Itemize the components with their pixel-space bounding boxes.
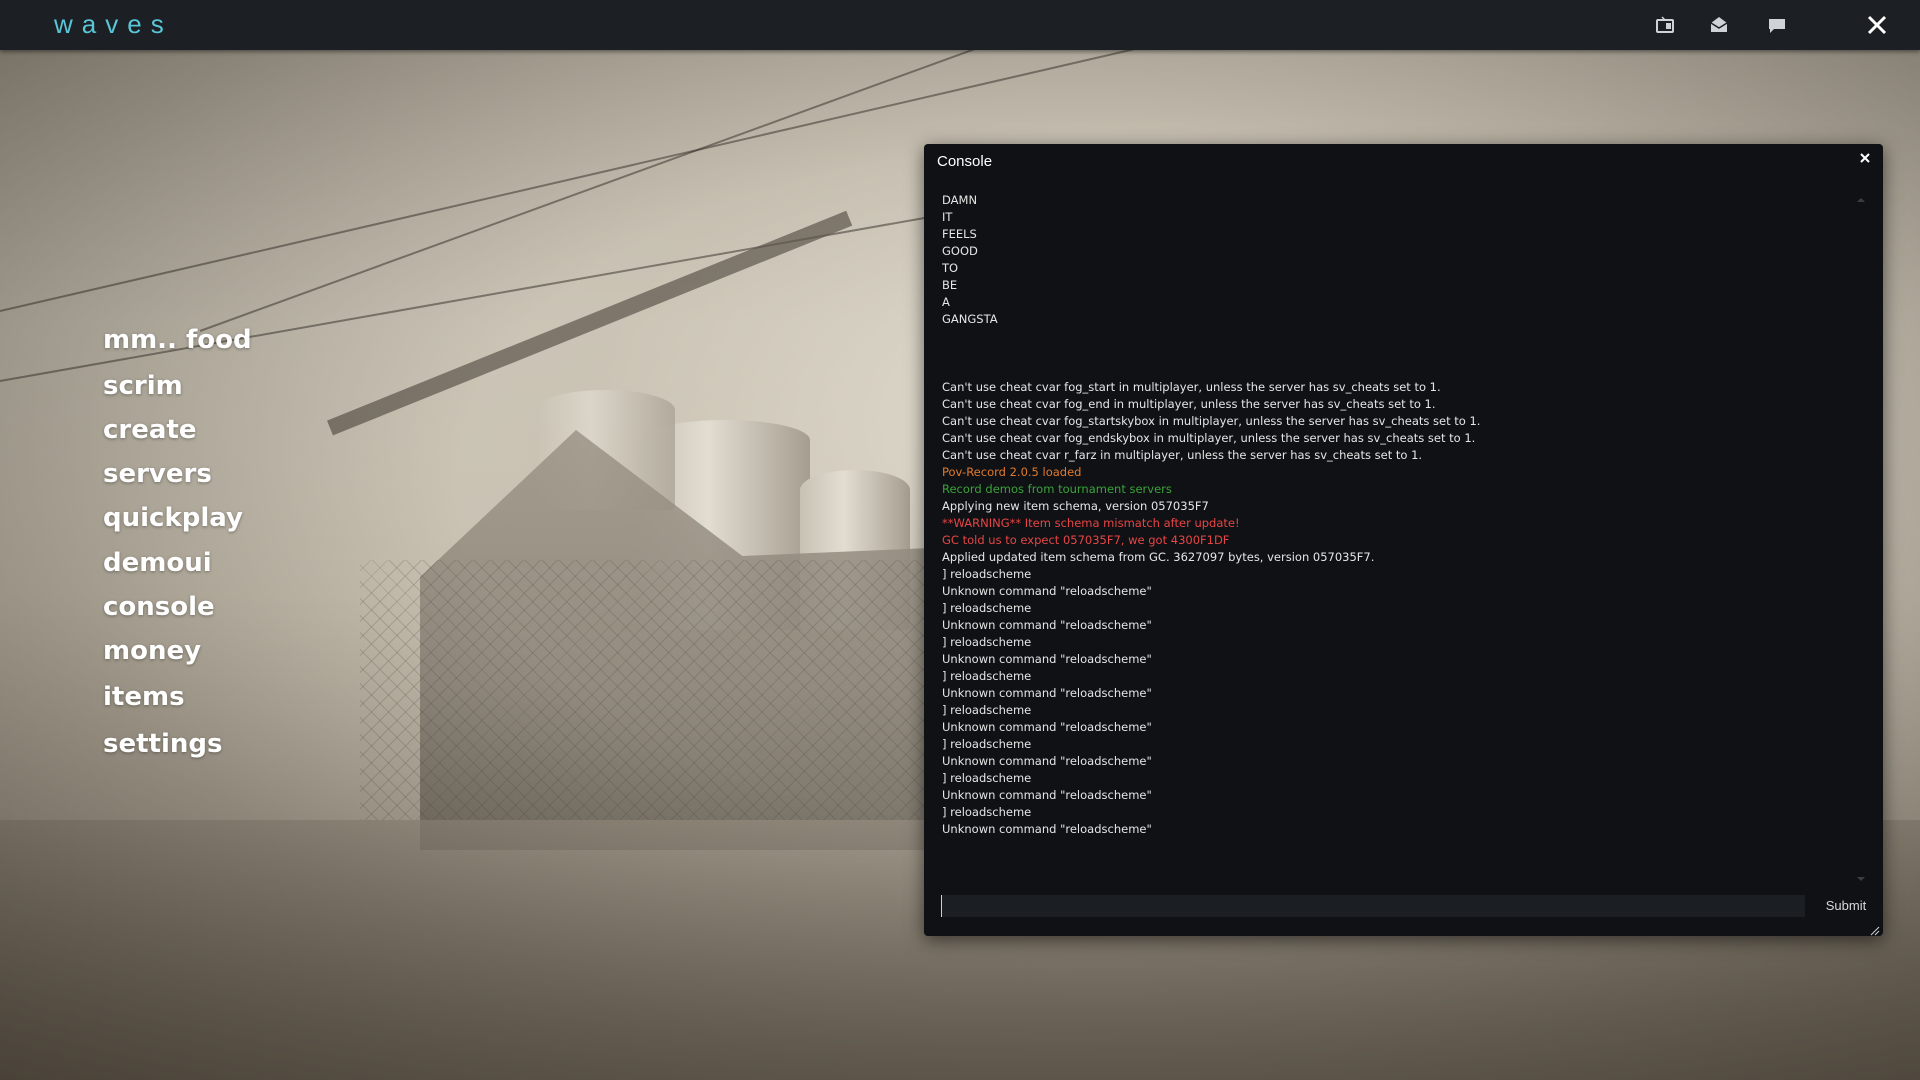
resize-grip-icon[interactable] xyxy=(1868,921,1880,936)
console-line: Applying new item schema, version 057035… xyxy=(942,499,1209,513)
console-line: Pov-Record 2.0.5 loaded xyxy=(942,465,1082,479)
console-line: Unknown command "reloadscheme" xyxy=(942,822,1152,836)
console-line: Unknown command "reloadscheme" xyxy=(942,652,1152,666)
console-line: ] reloadscheme xyxy=(942,805,1032,819)
console-line: Can't use cheat cvar fog_startskybox in … xyxy=(942,414,1481,428)
console-line: DAMN xyxy=(942,193,978,207)
console-line: Can't use cheat cvar fog_end in multipla… xyxy=(942,397,1436,411)
console-line: Applied updated item schema from GC. 362… xyxy=(942,550,1375,564)
console-line: Unknown command "reloadscheme" xyxy=(942,720,1152,734)
console-line: GC told us to expect 057035F7, we got 43… xyxy=(942,533,1230,547)
top-bar: waves xyxy=(0,0,1920,50)
console-line: Unknown command "reloadscheme" xyxy=(942,788,1152,802)
console-line: IT xyxy=(942,210,953,224)
main-menu: mm.. food scrim create servers quickplay… xyxy=(103,324,252,760)
submit-button[interactable]: Submit xyxy=(1814,895,1878,917)
console-close-icon[interactable] xyxy=(1857,150,1873,166)
menu-item-settings[interactable]: settings xyxy=(103,728,252,760)
console-title: Console xyxy=(937,153,993,170)
mail-icon[interactable] xyxy=(1706,12,1732,38)
console-line: GANGSTA xyxy=(942,312,998,326)
console-command-input[interactable] xyxy=(941,895,1805,917)
menu-item-items[interactable]: items xyxy=(103,681,252,713)
app-logo: waves xyxy=(54,9,173,39)
console-line: BE xyxy=(942,278,958,292)
console-line: ] reloadscheme xyxy=(942,601,1032,615)
chat-icon[interactable] xyxy=(1764,12,1790,38)
menu-item-scrim[interactable]: scrim xyxy=(103,370,252,402)
console-line: Unknown command "reloadscheme" xyxy=(942,686,1152,700)
console-line: ] reloadscheme xyxy=(942,635,1032,649)
console-line: Record demos from tournament servers xyxy=(942,482,1172,496)
scroll-down-arrow-icon[interactable] xyxy=(1855,869,1867,881)
menu-item-quickplay[interactable]: quickplay xyxy=(103,502,252,534)
menu-item-money[interactable]: money xyxy=(103,635,252,667)
console-line: Unknown command "reloadscheme" xyxy=(942,618,1152,632)
console-log: DAMN IT FEELS GOOD TO BE A GANGSTA Can't use che… xyxy=(942,192,1842,852)
console-line: ] reloadscheme xyxy=(942,771,1032,785)
menu-item-servers[interactable]: servers xyxy=(103,458,252,490)
menu-item-create[interactable]: create xyxy=(103,414,252,446)
console-line: Can't use cheat cvar fog_start in multip… xyxy=(942,380,1441,394)
console-line: GOOD xyxy=(942,244,978,258)
tv-icon[interactable] xyxy=(1652,12,1678,38)
console-line: Unknown command "reloadscheme" xyxy=(942,754,1152,768)
console-line: Can't use cheat cvar fog_endskybox in mu… xyxy=(942,431,1476,445)
scroll-up-arrow-icon[interactable] xyxy=(1855,190,1867,202)
console-line: A xyxy=(942,295,950,309)
console-line: ] reloadscheme xyxy=(942,669,1032,683)
menu-item-mm-food[interactable]: mm.. food xyxy=(103,324,252,356)
console-line: ] reloadscheme xyxy=(942,567,1032,581)
menu-item-demoui[interactable]: demoui xyxy=(103,547,252,579)
console-line: FEELS xyxy=(942,227,977,241)
console-line: Unknown command "reloadscheme" xyxy=(942,584,1152,598)
console-window: Console DAMN IT FEELS GOOD TO BE A GANGSTA Can't… xyxy=(924,144,1883,936)
console-line: ] reloadscheme xyxy=(942,703,1032,717)
console-line: ] reloadscheme xyxy=(942,737,1032,751)
close-icon[interactable] xyxy=(1864,12,1890,38)
console-line: TO xyxy=(942,261,959,275)
menu-item-console[interactable]: console xyxy=(103,591,252,623)
console-line: **WARNING** Item schema mismatch after u… xyxy=(942,516,1240,530)
console-line: Can't use cheat cvar r_farz in multiplay… xyxy=(942,448,1423,462)
